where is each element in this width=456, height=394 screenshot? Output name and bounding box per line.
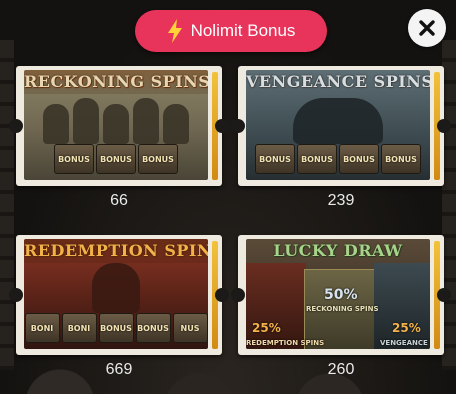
- bonus-chest: BONUS: [135, 313, 171, 343]
- card-title: LUCKY DRAW: [273, 241, 403, 260]
- heroine-figure: [32, 263, 200, 313]
- nolimit-bonus-badge: Nolimit Bonus: [135, 10, 327, 52]
- bonus-chests: BONUS BONUS BONUS BONUS: [246, 144, 430, 174]
- bonus-chests: BONUS BONUS BONUS: [24, 144, 208, 174]
- bonus-card-vengeance-spins[interactable]: VENGEANCE SPINS BONUS BONUS BONUS BONUS: [231, 66, 451, 186]
- bonus-count: 260: [327, 361, 355, 378]
- chest-label: BONI: [67, 323, 91, 333]
- chest-label: BONUS: [58, 154, 90, 164]
- nolimit-bonus-label: Nolimit Bonus: [190, 21, 296, 40]
- chest-label: BONI: [30, 323, 54, 333]
- draw-label: VENGEANCE SPINS: [380, 339, 430, 347]
- ticket-stub: [212, 72, 218, 180]
- close-button[interactable]: [408, 9, 446, 47]
- bonus-chest: BONUS: [255, 144, 295, 174]
- draw-percent: 25%: [392, 321, 421, 335]
- ticket-stub: [212, 241, 218, 349]
- bonus-chest: BONUS: [339, 144, 379, 174]
- card-artwork: REDEMPTION SPINS BONI BONI BONUS BONUS N…: [24, 239, 208, 349]
- lucky-draw-panels: 25% REDEMPTION SPINS 50% RECKONING SPINS…: [246, 263, 430, 349]
- chest-label: BONUS: [100, 154, 132, 164]
- draw-percent: 25%: [252, 321, 281, 335]
- bonus-chests: BONI BONI BONUS BONUS NUS: [24, 313, 208, 343]
- bonus-count: 669: [105, 361, 133, 378]
- chest-label: BONUS: [142, 154, 174, 164]
- shadow-figure: [254, 96, 422, 144]
- ticket-stub: [434, 241, 440, 349]
- chest-label: NUS: [180, 323, 200, 333]
- lightning-bolt-icon: [167, 19, 182, 43]
- card-title: REDEMPTION SPINS: [24, 239, 208, 263]
- draw-panel-vengeance: [374, 263, 430, 349]
- bonus-count: 239: [327, 192, 355, 209]
- bonus-card-redemption-spins[interactable]: REDEMPTION SPINS BONI BONI BONUS BONUS N…: [9, 235, 229, 355]
- bonus-card-reckoning-spins[interactable]: RECKONING SPINS BONUS BONUS BONUS: [9, 66, 229, 186]
- draw-label: REDEMPTION SPINS: [246, 339, 325, 347]
- ticket-stub: [434, 72, 440, 180]
- bonus-chest: NUS: [172, 313, 208, 343]
- bonus-chest: BONI: [61, 313, 97, 343]
- bonus-count: 66: [110, 192, 128, 209]
- card-artwork: VENGEANCE SPINS BONUS BONUS BONUS BONUS: [246, 70, 430, 180]
- bonus-chest: BONUS: [297, 144, 337, 174]
- bonus-chest: BONUS: [96, 144, 136, 174]
- draw-percent: 50%: [324, 287, 358, 303]
- chest-label: BONUS: [100, 323, 132, 333]
- outlaw-figures: [32, 96, 200, 144]
- chest-label: BONUS: [343, 154, 375, 164]
- bonus-chest: BONUS: [54, 144, 94, 174]
- bonus-chest: BONUS: [138, 144, 178, 174]
- bonus-chest: BONUS: [381, 144, 421, 174]
- bonus-card-lucky-draw[interactable]: LUCKY DRAW 25% REDEMPTION SPINS 50% RECK…: [231, 235, 451, 355]
- chest-label: BONUS: [385, 154, 417, 164]
- card-title: VENGEANCE SPINS: [246, 72, 430, 91]
- fence-post-left: [0, 40, 14, 370]
- card-artwork: RECKONING SPINS BONUS BONUS BONUS: [24, 70, 208, 180]
- close-icon: [419, 20, 435, 36]
- draw-label: RECKONING SPINS: [306, 305, 379, 313]
- draw-panel-redemption: [246, 263, 306, 349]
- chest-label: BONUS: [259, 154, 291, 164]
- bonus-chest: BONUS: [98, 313, 134, 343]
- bonus-chest: BONI: [24, 313, 60, 343]
- card-title: RECKONING SPINS: [24, 70, 208, 94]
- fence-post-right: [442, 40, 456, 370]
- chest-label: BONUS: [301, 154, 333, 164]
- card-artwork: LUCKY DRAW 25% REDEMPTION SPINS 50% RECK…: [246, 239, 430, 349]
- chest-label: BONUS: [137, 323, 169, 333]
